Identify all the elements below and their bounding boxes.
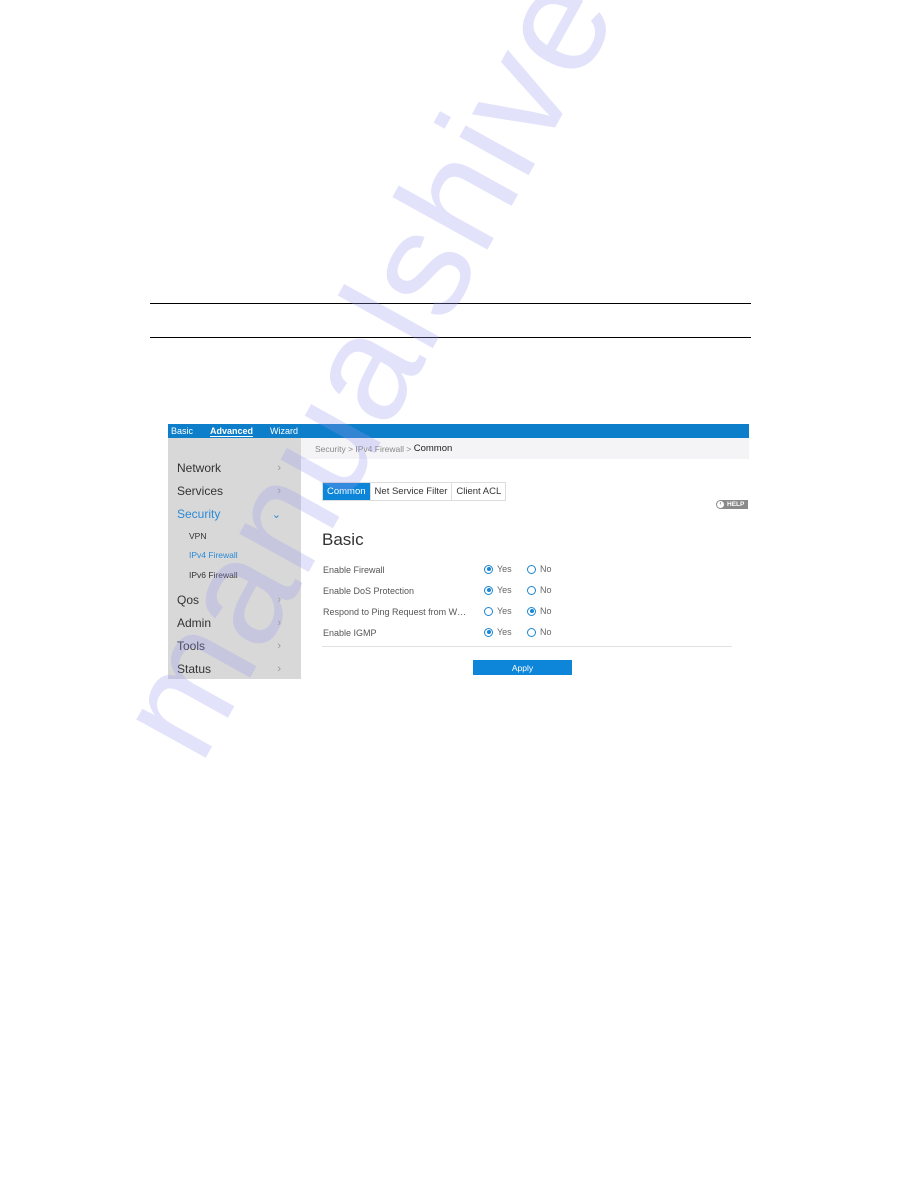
radio-unchecked-icon [527, 627, 536, 637]
sidebar-item-label: Qos [177, 593, 200, 607]
sidebar-item-label: Network [177, 461, 222, 475]
sidebar-item-services[interactable]: Services › [177, 481, 295, 501]
radio-checked-icon [484, 585, 493, 595]
radio-checked-icon [484, 564, 493, 574]
radio-no[interactable]: No [527, 627, 552, 637]
radio-no[interactable]: No [527, 585, 552, 595]
radio-no[interactable]: No [527, 606, 552, 616]
radio-label: No [540, 627, 552, 637]
sidebar-item-label: Tools [177, 639, 206, 653]
tab-bar: Common Net Service Filter Client ACL [322, 482, 507, 501]
sidebar-item-label: Services [177, 484, 224, 498]
sidebar: Network › Services › Security ⌄ VPN IPv4… [168, 438, 301, 679]
tab-net-service-filter[interactable]: Net Service Filter [369, 483, 452, 500]
radio-label: No [540, 606, 552, 616]
sidebar-item-security[interactable]: Security ⌄ [177, 504, 295, 524]
top-nav: Basic Advanced Wizard [168, 424, 749, 438]
setting-label: Respond to Ping Request from W… [323, 607, 467, 617]
sidebar-item-status[interactable]: Status › [177, 659, 295, 679]
nav-basic[interactable]: Basic [171, 426, 193, 436]
apply-button[interactable]: Apply [473, 660, 572, 675]
radio-label: Yes [497, 627, 512, 637]
tab-common[interactable]: Common [323, 483, 370, 500]
nav-wizard[interactable]: Wizard [270, 426, 298, 436]
radio-label: Yes [497, 564, 512, 574]
breadcrumb-separator: > [345, 443, 356, 454]
setting-label: Enable IGMP [323, 628, 377, 638]
radio-label: Yes [497, 606, 512, 616]
chevron-right-icon: › [277, 594, 281, 606]
breadcrumb-ipv4-firewall[interactable]: IPv4 Firewall [355, 444, 404, 454]
nav-advanced[interactable]: Advanced [210, 426, 253, 436]
setting-label: Enable DoS Protection [323, 586, 415, 596]
sidebar-subitem-ipv6-firewall[interactable]: IPv6 Firewall [189, 570, 238, 580]
breadcrumb-separator: > [404, 443, 414, 454]
radio-label: Yes [497, 585, 512, 595]
sidebar-item-label: Security [177, 507, 221, 521]
breadcrumb: Security > IPv4 Firewall > Common [301, 438, 749, 459]
radio-label: No [540, 585, 552, 595]
chevron-left-circle-icon: ‹ [717, 501, 724, 508]
chevron-right-icon: › [277, 640, 281, 652]
tab-client-acl[interactable]: Client ACL [451, 483, 505, 500]
chevron-right-icon: › [277, 617, 281, 629]
radio-yes[interactable]: Yes [484, 564, 512, 574]
sidebar-item-qos[interactable]: Qos › [177, 590, 295, 610]
radio-checked-icon [484, 627, 493, 637]
top-rule [150, 303, 751, 304]
divider [322, 646, 732, 647]
breadcrumb-security[interactable]: Security [315, 444, 346, 454]
chevron-right-icon: › [277, 485, 281, 497]
chevron-right-icon: › [277, 663, 281, 675]
radio-unchecked-icon [484, 606, 493, 616]
radio-yes[interactable]: Yes [484, 606, 512, 616]
chevron-right-icon: › [277, 462, 281, 474]
radio-yes[interactable]: Yes [484, 627, 512, 637]
sidebar-item-tools[interactable]: Tools › [177, 636, 295, 656]
help-button[interactable]: ‹ HELP [716, 500, 748, 509]
section-title: Basic [322, 530, 364, 549]
sidebar-item-admin[interactable]: Admin › [177, 613, 295, 633]
breadcrumb-current: Common [413, 443, 453, 454]
sidebar-item-label: Status [177, 662, 212, 676]
radio-label: No [540, 564, 552, 574]
router-admin-screenshot: Basic Advanced Wizard Network › Services… [168, 424, 749, 679]
radio-unchecked-icon [527, 564, 536, 574]
setting-row: Enable Firewall Yes No [323, 561, 743, 579]
setting-row: Respond to Ping Request from W… Yes No [323, 603, 743, 621]
sidebar-item-network[interactable]: Network › [177, 458, 295, 478]
radio-no[interactable]: No [527, 564, 552, 574]
setting-row: Enable IGMP Yes No [323, 624, 743, 642]
help-label: HELP [727, 501, 745, 508]
bottom-rule [150, 337, 751, 338]
radio-yes[interactable]: Yes [484, 585, 512, 595]
sidebar-subitem-vpn[interactable]: VPN [189, 531, 206, 541]
chevron-down-icon: ⌄ [271, 508, 281, 521]
setting-row: Enable DoS Protection Yes No [323, 582, 743, 600]
sidebar-item-label: Admin [177, 616, 212, 630]
radio-unchecked-icon [527, 585, 536, 595]
sidebar-subitem-ipv4-firewall[interactable]: IPv4 Firewall [189, 550, 238, 560]
setting-label: Enable Firewall [323, 565, 385, 575]
radio-checked-icon [527, 606, 536, 616]
